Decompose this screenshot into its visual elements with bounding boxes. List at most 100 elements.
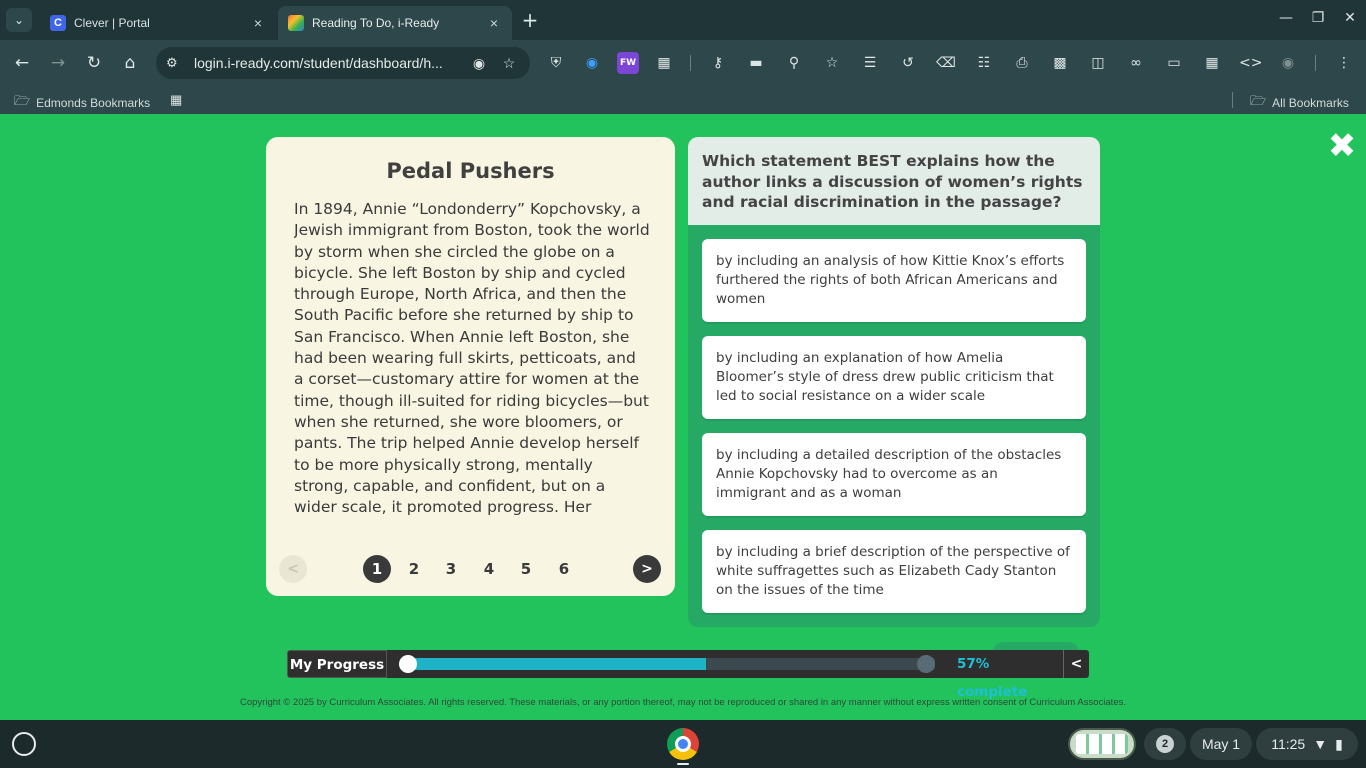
copyright-footer: Copyright © 2025 by Curriculum Associate… bbox=[240, 697, 1126, 708]
date-tray[interactable]: May 1 bbox=[1190, 728, 1252, 760]
page-number-6[interactable]: 6 bbox=[550, 555, 578, 583]
all-bookmarks-button[interactable]: 🗁 All Bookmarks bbox=[1250, 92, 1349, 114]
battery-icon: ▮ bbox=[1335, 735, 1343, 752]
fw-extension-icon[interactable]: FW bbox=[617, 52, 639, 74]
more-menu-icon[interactable]: ⋮ bbox=[1333, 52, 1355, 74]
launcher-circle-icon[interactable] bbox=[12, 732, 36, 756]
code-icon[interactable]: <> bbox=[1239, 52, 1262, 74]
tab-title: Clever | Portal bbox=[74, 16, 150, 30]
eye-off-icon[interactable]: ◉ bbox=[468, 55, 490, 72]
running-app-indicator bbox=[677, 763, 689, 765]
chevron-down-icon: ⌄ bbox=[13, 13, 25, 27]
tab-search-button[interactable]: ⌄ bbox=[6, 8, 32, 32]
iready-favicon-icon bbox=[288, 15, 304, 31]
progress-percent-text: 57% complete bbox=[957, 656, 1028, 700]
back-arrow-icon[interactable]: ← bbox=[11, 52, 33, 74]
apps-grid-button[interactable]: ▦ bbox=[170, 92, 182, 108]
bookmarks-bar: 🗁 Edmonds Bookmarks ▦ 🗁 All Bookmarks bbox=[0, 86, 1366, 114]
passage-card: Pedal Pushers In 1894, Annie “Londonderr… bbox=[266, 137, 675, 596]
progress-bar-track bbox=[403, 658, 935, 670]
page-number-5[interactable]: 5 bbox=[512, 555, 540, 583]
print-icon[interactable]: ⎙ bbox=[1011, 52, 1033, 74]
progress-end-marker bbox=[917, 655, 935, 673]
notification-tray[interactable]: 2 bbox=[1144, 728, 1186, 760]
page-number-3[interactable]: 3 bbox=[437, 555, 465, 583]
close-tab-icon[interactable]: × bbox=[486, 15, 502, 31]
progress-fill bbox=[403, 658, 707, 670]
question-prompt: Which statement BEST explains how the au… bbox=[702, 152, 1083, 211]
bookmark-star-icon[interactable]: ☆ bbox=[498, 55, 520, 72]
chrome-app-icon[interactable] bbox=[667, 728, 699, 760]
folder-icon: 🗁 bbox=[1250, 93, 1267, 108]
shield-extension-icon[interactable]: ⛨ bbox=[545, 52, 567, 74]
credit-card-icon[interactable]: ▬ bbox=[745, 52, 767, 74]
question-header: Which statement BEST explains how the au… bbox=[688, 137, 1100, 225]
status-tray[interactable]: 11:25 ▼ ▮ bbox=[1256, 728, 1358, 760]
toolbar-divider bbox=[1315, 55, 1316, 71]
qr-code-icon[interactable]: ▩ bbox=[1049, 52, 1071, 74]
reader-mode-icon[interactable]: ◫ bbox=[1087, 52, 1109, 74]
notification-count: 2 bbox=[1156, 735, 1174, 753]
close-tab-icon[interactable]: × bbox=[250, 15, 266, 31]
reading-list-icon[interactable]: ☰ bbox=[859, 52, 881, 74]
clever-favicon-icon: C bbox=[50, 15, 66, 31]
wifi-icon: ▼ bbox=[1313, 736, 1328, 752]
history-icon[interactable]: ↺ bbox=[897, 52, 919, 74]
passage-text: In 1894, Annie “Londonderry” Kopchovsky,… bbox=[294, 200, 650, 517]
passage-pager: < 1 2 3 4 5 6 > bbox=[266, 555, 675, 583]
answer-choice-1[interactable]: by including an analysis of how Kittie K… bbox=[702, 239, 1086, 322]
page-number-4[interactable]: 4 bbox=[475, 555, 503, 583]
tab-strip: ⌄ C Clever | Portal × Reading To Do, i-R… bbox=[0, 0, 1366, 40]
vpn-extension-icon[interactable]: ◉ bbox=[581, 52, 603, 74]
previous-page-button[interactable]: < bbox=[279, 555, 307, 583]
bookmark-folder-edmonds[interactable]: 🗁 Edmonds Bookmarks bbox=[14, 92, 150, 114]
incognito-icon[interactable]: ◉ bbox=[1277, 52, 1299, 74]
next-page-button[interactable]: > bbox=[633, 555, 661, 583]
browser-toolbar: ← → ↻ ⌂ ⚙ login.i-ready.com/student/dash… bbox=[0, 40, 1366, 86]
answer-choice-4[interactable]: by including a brief description of the … bbox=[702, 530, 1086, 613]
puzzle-extensions-icon[interactable]: ▦ bbox=[653, 52, 675, 74]
trash-icon[interactable]: ⌫ bbox=[935, 52, 957, 74]
progress-label: My Progress bbox=[287, 650, 387, 678]
close-window-icon[interactable]: ✕ bbox=[1341, 10, 1359, 26]
tab-reading-to-do[interactable]: Reading To Do, i-Ready × bbox=[278, 6, 512, 40]
reload-icon[interactable]: ↻ bbox=[83, 52, 105, 74]
folder-icon: 🗁 bbox=[14, 93, 31, 108]
holding-space-thumbnail[interactable] bbox=[1068, 728, 1136, 760]
question-panel: Which statement BEST explains how the au… bbox=[688, 137, 1100, 627]
bookmarks-divider bbox=[1232, 92, 1233, 108]
clock-time: 11:25 bbox=[1271, 736, 1306, 752]
star-outline-icon[interactable]: ☆ bbox=[821, 52, 843, 74]
page-top-strip bbox=[0, 114, 1366, 121]
page-number-2[interactable]: 2 bbox=[400, 555, 428, 583]
toolbar-divider bbox=[690, 55, 691, 71]
tab-title: Reading To Do, i-Ready bbox=[312, 16, 440, 30]
site-settings-icon[interactable]: ⚙ bbox=[166, 55, 184, 71]
page-number-1[interactable]: 1 bbox=[363, 555, 391, 583]
tab-clever-portal[interactable]: C Clever | Portal × bbox=[40, 6, 276, 40]
restore-window-icon[interactable]: ❐ bbox=[1309, 10, 1327, 26]
new-tab-button[interactable]: + bbox=[520, 9, 540, 31]
my-progress-bar: My Progress 57% complete < bbox=[287, 642, 1089, 700]
progress-track: 57% complete bbox=[387, 650, 1063, 700]
answer-choice-2[interactable]: by including an explanation of how Ameli… bbox=[702, 336, 1086, 419]
bookmark-label: All Bookmarks bbox=[1272, 96, 1349, 110]
address-bar[interactable]: ⚙ login.i-ready.com/student/dashboard/h.… bbox=[156, 47, 530, 79]
bookmark-label: Edmonds Bookmarks bbox=[36, 96, 151, 110]
apps-grid-icon: ▦ bbox=[170, 92, 183, 107]
table-icon[interactable]: ▦ bbox=[1201, 52, 1223, 74]
location-pin-icon[interactable]: ⚲ bbox=[783, 52, 805, 74]
forward-arrow-icon[interactable]: → bbox=[47, 52, 69, 74]
exit-lesson-close-icon[interactable]: ✖ bbox=[1326, 129, 1358, 163]
minimize-icon[interactable]: — bbox=[1277, 10, 1295, 26]
home-icon[interactable]: ⌂ bbox=[119, 52, 141, 74]
translate-icon[interactable]: ☷ bbox=[973, 52, 995, 74]
link-icon[interactable]: ∞ bbox=[1125, 52, 1147, 74]
progress-start-marker bbox=[399, 655, 417, 673]
devices-icon[interactable]: ▭ bbox=[1163, 52, 1185, 74]
collapse-progress-button[interactable]: < bbox=[1063, 650, 1089, 678]
url-text[interactable]: login.i-ready.com/student/dashboard/h... bbox=[194, 55, 460, 71]
passage-title: Pedal Pushers bbox=[386, 159, 555, 183]
key-icon[interactable]: ⚷ bbox=[707, 52, 729, 74]
answer-choice-3[interactable]: by including a detailed description of t… bbox=[702, 433, 1086, 516]
